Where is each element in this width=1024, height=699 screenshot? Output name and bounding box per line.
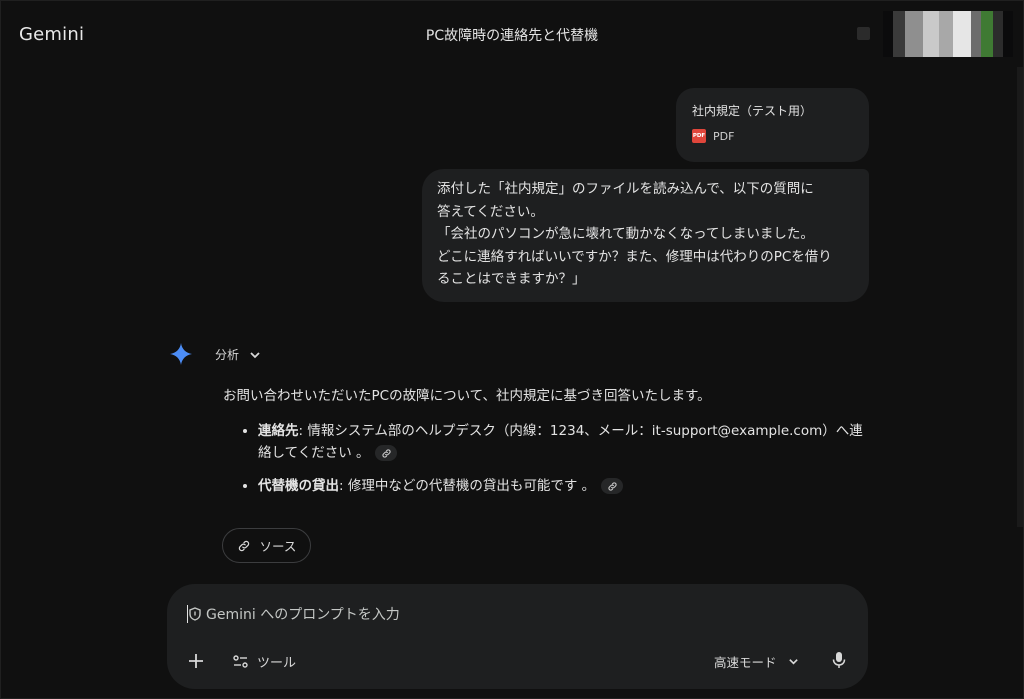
chevron-down-icon bbox=[250, 351, 260, 358]
tools-button[interactable]: ツール bbox=[233, 652, 296, 671]
mode-selector[interactable]: 高速モード bbox=[714, 652, 799, 671]
gemini-app: Gemini PC故障時の連絡先と代替機 社内規定（テスト用） PDF PDF … bbox=[0, 0, 1024, 699]
add-icon[interactable] bbox=[187, 652, 205, 670]
source-button-label: ソース bbox=[259, 539, 297, 554]
prompt-input[interactable]: Gemini へのプロンプトを入力 bbox=[187, 604, 400, 624]
response-intro: お問い合わせいただいたPCの故障について、社内規定に基づき回答いたします。 bbox=[223, 388, 711, 404]
bullet-title: 代替機の貸出 bbox=[258, 478, 339, 494]
avatar[interactable] bbox=[883, 11, 1013, 57]
tools-label: ツール bbox=[257, 656, 297, 671]
source-button[interactable]: ソース bbox=[222, 528, 311, 563]
list-item: 代替機の貸出: 修理中などの代替機の貸出も可能です 。 bbox=[258, 475, 873, 497]
bullet-text: : 修理中などの代替機の貸出も可能です 。 bbox=[339, 478, 596, 494]
citation-link-icon[interactable] bbox=[601, 478, 624, 494]
attachment-type: PDF PDF bbox=[692, 129, 853, 143]
analysis-toggle[interactable]: 分析 bbox=[215, 346, 261, 363]
gemini-spark-icon bbox=[170, 343, 192, 365]
top-bar: Gemini PC故障時の連絡先と代替機 bbox=[1, 1, 1023, 67]
response-bullet-list: 連絡先: 情報システム部のヘルプデスク（内線：1234、メール：it-suppo… bbox=[223, 420, 873, 497]
attachment-type-label: PDF bbox=[713, 129, 735, 143]
prompt-composer: Gemini へのプロンプトを入力 ツール 高速モード bbox=[167, 584, 868, 689]
prompt-placeholder: Gemini へのプロンプトを入力 bbox=[206, 607, 400, 623]
response-body: お問い合わせいただいたPCの故障について、社内規定に基づき回答いたします。 連絡… bbox=[223, 385, 873, 508]
user-message: 添付した「社内規定」のファイルを読み込んで、以下の質問に 答えてください。 「会… bbox=[422, 169, 869, 302]
attachment-name: 社内規定（テスト用） bbox=[692, 104, 813, 118]
microphone-icon[interactable] bbox=[832, 651, 846, 669]
bullet-title: 連絡先 bbox=[258, 423, 299, 439]
scrollbar[interactable] bbox=[1017, 67, 1023, 527]
pdf-file-icon: PDF bbox=[692, 129, 706, 143]
analysis-label: 分析 bbox=[215, 348, 240, 362]
link-icon bbox=[238, 540, 249, 551]
shield-icon bbox=[189, 607, 201, 621]
user-message-text: 添付した「社内規定」のファイルを読み込んで、以下の質問に 答えてください。 「会… bbox=[437, 181, 832, 287]
square-icon[interactable] bbox=[857, 27, 870, 40]
citation-link-icon[interactable] bbox=[375, 445, 398, 461]
mode-label: 高速モード bbox=[714, 655, 777, 670]
text-cursor bbox=[187, 605, 188, 623]
tools-icon bbox=[233, 655, 248, 668]
chevron-down-icon bbox=[788, 659, 798, 665]
attachment-card[interactable]: 社内規定（テスト用） PDF PDF bbox=[676, 88, 869, 162]
list-item: 連絡先: 情報システム部のヘルプデスク（内線：1234、メール：it-suppo… bbox=[258, 420, 873, 464]
bullet-text: : 情報システム部のヘルプデスク（内線：1234、メール：it-support@… bbox=[258, 423, 863, 461]
